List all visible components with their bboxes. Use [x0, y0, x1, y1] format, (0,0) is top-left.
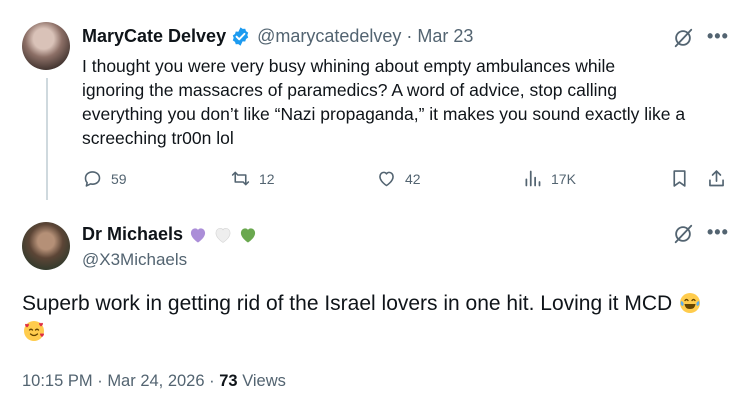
- analytics-button[interactable]: 17K: [522, 168, 576, 189]
- tears-of-joy-emoji: [680, 293, 700, 313]
- reply-icon: [84, 171, 101, 187]
- share-icon: [709, 170, 724, 187]
- smiling-face-with-hearts-emoji: [24, 321, 44, 341]
- post-text-content: Superb work in getting rid of the Israel…: [22, 292, 673, 315]
- separator-dot: ·: [406, 26, 413, 46]
- post-date[interactable]: Mar 24, 2026: [107, 372, 204, 390]
- like-icon: [379, 171, 394, 187]
- grok-icon[interactable]: [672, 27, 694, 49]
- repost-count: 12: [259, 170, 275, 187]
- purple-heart-icon: [190, 227, 206, 242]
- separator-dot: ·: [97, 372, 108, 390]
- author-handle[interactable]: @X3Michaels: [82, 250, 187, 270]
- like-button[interactable]: 42: [376, 168, 421, 189]
- reply-text-line: I thought you were very busy whining abo…: [82, 56, 616, 76]
- reply-text-line: ignoring the massacres of paramedics? A …: [82, 80, 618, 100]
- more-icon[interactable]: •••: [707, 222, 729, 243]
- post-text-line: [22, 318, 722, 346]
- action-bar: 59 12 42 17K: [82, 168, 732, 194]
- repost-button[interactable]: 12: [230, 168, 275, 189]
- post-header: Dr Michaels: [82, 224, 258, 245]
- avatar[interactable]: [22, 22, 70, 70]
- avatar[interactable]: [22, 222, 70, 270]
- grok-icon[interactable]: [672, 223, 694, 245]
- reply-button[interactable]: 59: [82, 168, 127, 189]
- post-text-line: Superb work in getting rid of the Israel…: [22, 290, 722, 318]
- post-date[interactable]: Mar 23: [417, 26, 473, 47]
- author-name[interactable]: MaryCate Delvey: [82, 26, 226, 47]
- reply-text-line: everything you don’t like “Nazi propagan…: [82, 104, 686, 124]
- bookmark-icon: [673, 170, 686, 187]
- thread-connector-line: [46, 78, 48, 200]
- verified-badge-icon: [232, 27, 249, 46]
- reply-header: MaryCate Delvey @marycatedelvey · Mar 23: [82, 26, 473, 47]
- separator-dot: ·: [209, 372, 220, 390]
- reply-count: 59: [111, 170, 127, 187]
- bookmark-button[interactable]: [669, 168, 690, 189]
- like-count: 42: [405, 170, 421, 187]
- more-icon[interactable]: •••: [707, 26, 729, 47]
- author-handle[interactable]: @marycatedelvey: [257, 26, 401, 47]
- views-count: 17K: [551, 170, 576, 187]
- repost-icon: [231, 171, 250, 186]
- post-text: Superb work in getting rid of the Israel…: [22, 290, 722, 346]
- white-heart-icon: [215, 227, 231, 243]
- post-views-number: 73: [219, 372, 238, 390]
- analytics-icon: [525, 170, 541, 187]
- reply-text-line: screeching tr00n lol: [82, 128, 234, 148]
- post-meta: 10:15 PM · Mar 24, 2026 · 73 Views: [22, 372, 286, 391]
- share-button[interactable]: [706, 168, 727, 189]
- post-time[interactable]: 10:15 PM: [22, 372, 93, 390]
- reply-text: I thought you were very busy whining abo…: [82, 54, 732, 150]
- green-heart-icon: [240, 227, 256, 242]
- post-views-label: Views: [242, 372, 286, 390]
- author-name[interactable]: Dr Michaels: [82, 224, 183, 245]
